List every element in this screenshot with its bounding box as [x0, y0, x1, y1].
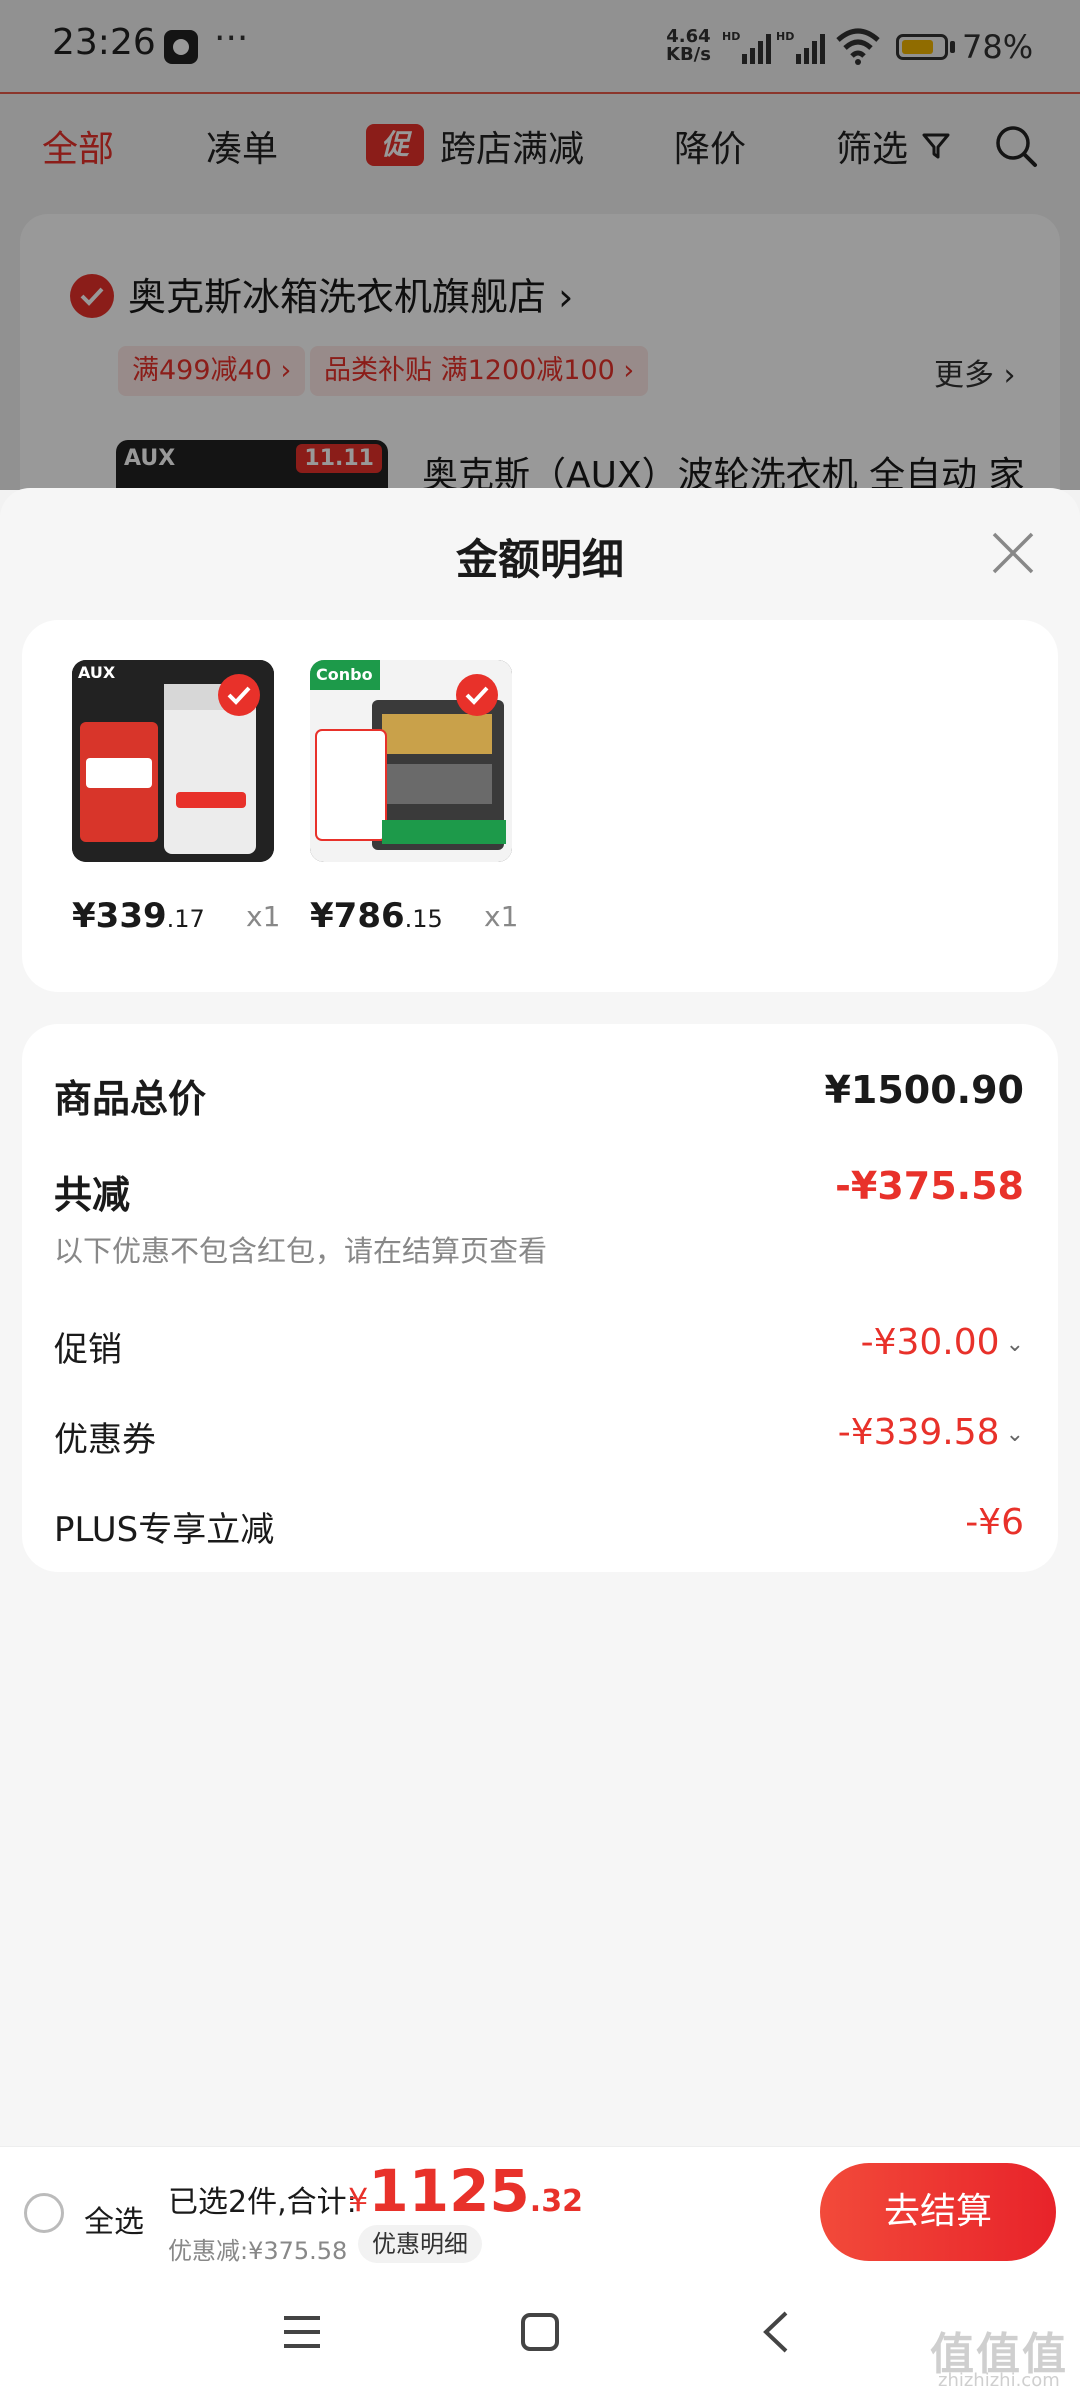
item-price-2: ¥786.15 — [310, 896, 443, 936]
chevron-down-icon: ⌄ — [1005, 1421, 1024, 1447]
selected-items-card: AUX ¥339.17 x1 Conbo ¥786.15 x1 — [22, 620, 1058, 992]
item-selected-check-1[interactable] — [218, 674, 260, 716]
select-all-radio[interactable] — [24, 2193, 64, 2233]
discount-amount: 优惠减:¥375.58 — [168, 2237, 348, 2265]
plus-discount-label: PLUS专享立减 — [54, 1510, 275, 1550]
svg-text:Conbo: Conbo — [316, 665, 373, 684]
system-nav-bar — [0, 2274, 1080, 2400]
promotion-label: 促销 — [54, 1330, 122, 1370]
checkout-button[interactable]: 去结算 — [820, 2163, 1056, 2261]
price-summary-card: 商品总价 ¥1500.90 共减 -¥375.58 以下优惠不包含红包，请在结算… — [22, 1024, 1058, 1572]
svg-text:AUX: AUX — [78, 663, 116, 682]
discount-detail-button[interactable]: 优惠明细 — [358, 2225, 482, 2263]
total-amount: ¥1125.32 — [348, 2157, 583, 2225]
item-thumbnail-1[interactable]: AUX — [72, 660, 274, 862]
home-icon[interactable] — [520, 2312, 560, 2352]
item-quantity-2: x1 — [484, 900, 519, 933]
promotion-row[interactable]: -¥30.00 ⌄ — [861, 1322, 1024, 1363]
sheet-title: 金额明细 — [455, 535, 624, 584]
promotion-value: -¥30.00 — [860, 1322, 1000, 1363]
item-price-1: ¥339.17 — [72, 896, 205, 936]
checkout-bar: 全选 已选2件,合计: ¥1125.32 优惠减:¥375.58 优惠明细 去结… — [0, 2146, 1080, 2275]
total-price-value: ¥1500.90 — [824, 1068, 1024, 1112]
total-reduction-value: -¥375.58 — [835, 1164, 1024, 1208]
menu-icon[interactable] — [282, 2314, 322, 2350]
coupon-label: 优惠券 — [54, 1420, 156, 1460]
total-price-label: 商品总价 — [54, 1077, 207, 1121]
coupon-value: -¥339.58 — [837, 1412, 1000, 1453]
back-icon[interactable] — [760, 2310, 790, 2354]
chevron-down-icon: ⌄ — [1005, 1331, 1024, 1357]
item-thumbnail-2[interactable]: Conbo — [310, 660, 512, 862]
watermark-url: zhizhizhi.com — [938, 2370, 1060, 2391]
amount-detail-sheet: 金额明细 AUX ¥339.17 x1 Conbo ¥786.15 x1 商品总… — [0, 488, 1080, 2148]
total-reduction-label: 共减 — [54, 1173, 131, 1217]
selected-summary: 已选2件,合计: — [168, 2185, 357, 2220]
coupon-row[interactable]: -¥339.58 ⌄ — [838, 1412, 1024, 1453]
check-icon — [227, 686, 251, 705]
item-selected-check-2[interactable] — [456, 674, 498, 716]
modal-overlay[interactable] — [0, 0, 1080, 490]
close-icon[interactable] — [990, 530, 1036, 576]
check-icon — [465, 686, 489, 705]
select-all-label[interactable]: 全选 — [84, 2197, 144, 2241]
item-quantity-1: x1 — [246, 900, 281, 933]
plus-discount-value: -¥6 — [965, 1502, 1024, 1543]
reduction-note: 以下优惠不包含红包，请在结算页查看 — [54, 1234, 548, 1268]
